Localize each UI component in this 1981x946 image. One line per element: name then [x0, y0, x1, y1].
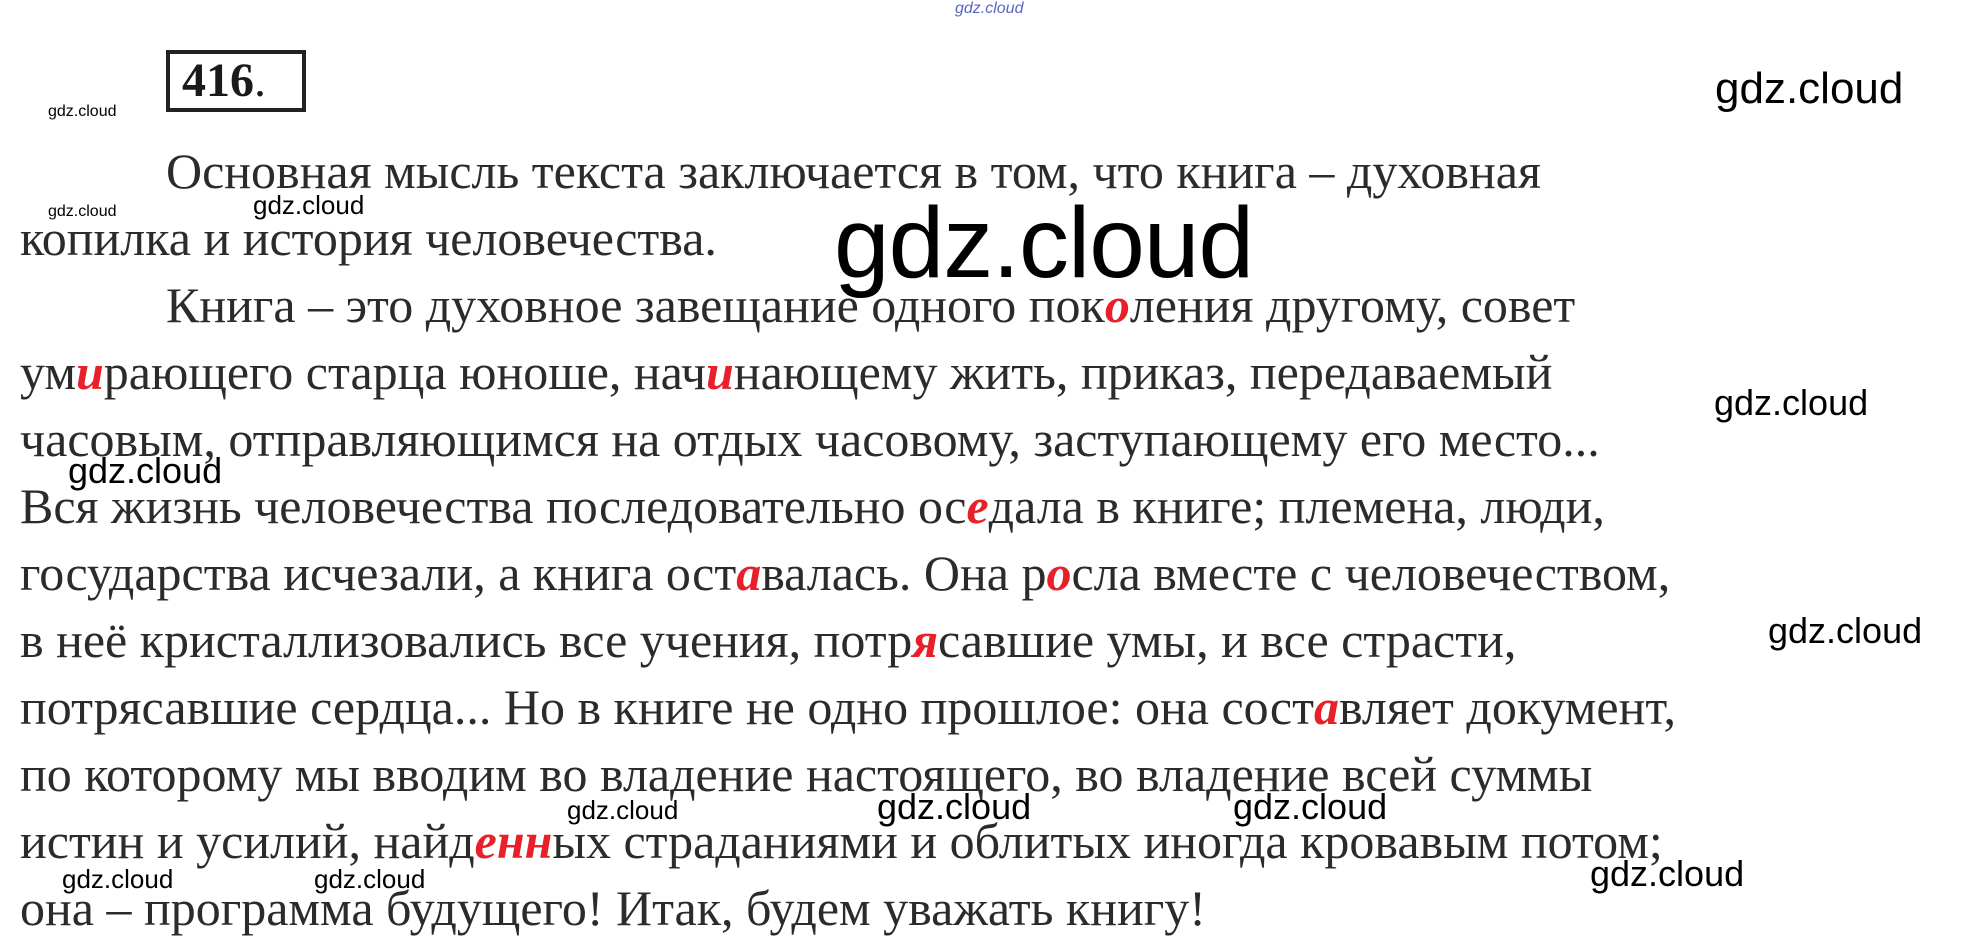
text-line: государства исчезали, а книга оставалась…: [20, 540, 1970, 607]
highlighted-letter: е: [966, 478, 989, 534]
watermark: gdz.cloud: [62, 864, 174, 894]
text-fragment: она – программа будущего! Итак, будем ув…: [20, 880, 1206, 936]
text-fragment: истин и усилий, найд: [20, 813, 475, 869]
textbook-page: 416. Основная мысль текста заключается в…: [0, 0, 1981, 946]
highlighted-letter: о: [1046, 545, 1072, 601]
text-line: потрясавшие сердца... Но в книге не одно…: [20, 674, 1970, 741]
watermark: gdz.cloud: [48, 103, 117, 120]
text-fragment: часовым, отправляющимся на отдых часовом…: [20, 411, 1600, 467]
watermark: gdz.cloud: [567, 795, 679, 825]
text-fragment: валась. Она р: [761, 545, 1047, 601]
text-fragment: нающему жить, приказ, передаваемый: [733, 344, 1553, 400]
exercise-number-box: 416.: [166, 50, 306, 112]
text-line: в неё кристаллизовались все учения, потр…: [20, 607, 1970, 674]
text-line: часовым, отправляющимся на отдых часовом…: [20, 406, 1970, 473]
text-fragment: ум: [20, 344, 76, 400]
exercise-number-dot: .: [254, 54, 266, 107]
highlighted-letter: а: [1313, 679, 1339, 735]
watermark: gdz.cloud: [955, 0, 1024, 17]
highlighted-letter: а: [736, 545, 762, 601]
text-fragment: вляет документ,: [1338, 679, 1676, 735]
text-fragment: потрясавшие сердца... Но в книге не одно…: [20, 679, 1314, 735]
text-fragment: ых страданиями и облитых иногда кровавым…: [552, 813, 1663, 869]
watermark: gdz.cloud: [48, 203, 117, 220]
text-fragment: в неё кристаллизовались все учения, потр: [20, 612, 913, 668]
watermark: gdz.cloud: [253, 190, 365, 220]
watermark: gdz.cloud: [1768, 610, 1923, 651]
highlighted-letter: и: [706, 344, 734, 400]
highlighted-letter: и: [75, 344, 104, 400]
watermark: gdz.cloud: [1233, 786, 1388, 827]
watermark: gdz.cloud: [68, 450, 223, 491]
text-line: Вся жизнь человечества последовательно о…: [20, 473, 1970, 540]
text-fragment: дала в книге; племена, люди,: [988, 478, 1605, 534]
watermark: gdz.cloud: [877, 786, 1032, 827]
watermark: gdz.cloud: [314, 864, 426, 894]
exercise-number: 416: [182, 54, 254, 107]
text-fragment: государства исчезали, а книга ост: [20, 545, 737, 601]
text-line: умирающего старца юноше, начинающему жит…: [20, 339, 1970, 406]
highlighted-letters: енн: [474, 813, 553, 869]
text-fragment: савшие умы, и все страсти,: [937, 612, 1517, 668]
watermark: gdz.cloud: [834, 187, 1254, 299]
watermark: gdz.cloud: [1714, 382, 1869, 423]
text-fragment: сла вместе с человечеством,: [1071, 545, 1671, 601]
highlighted-letter: я: [912, 612, 938, 668]
watermark: gdz.cloud: [1715, 64, 1904, 113]
text-fragment: копилка и история человечества.: [20, 210, 717, 266]
text-fragment: рающего старца юноше, нач: [103, 344, 706, 400]
watermark: gdz.cloud: [1590, 853, 1745, 894]
